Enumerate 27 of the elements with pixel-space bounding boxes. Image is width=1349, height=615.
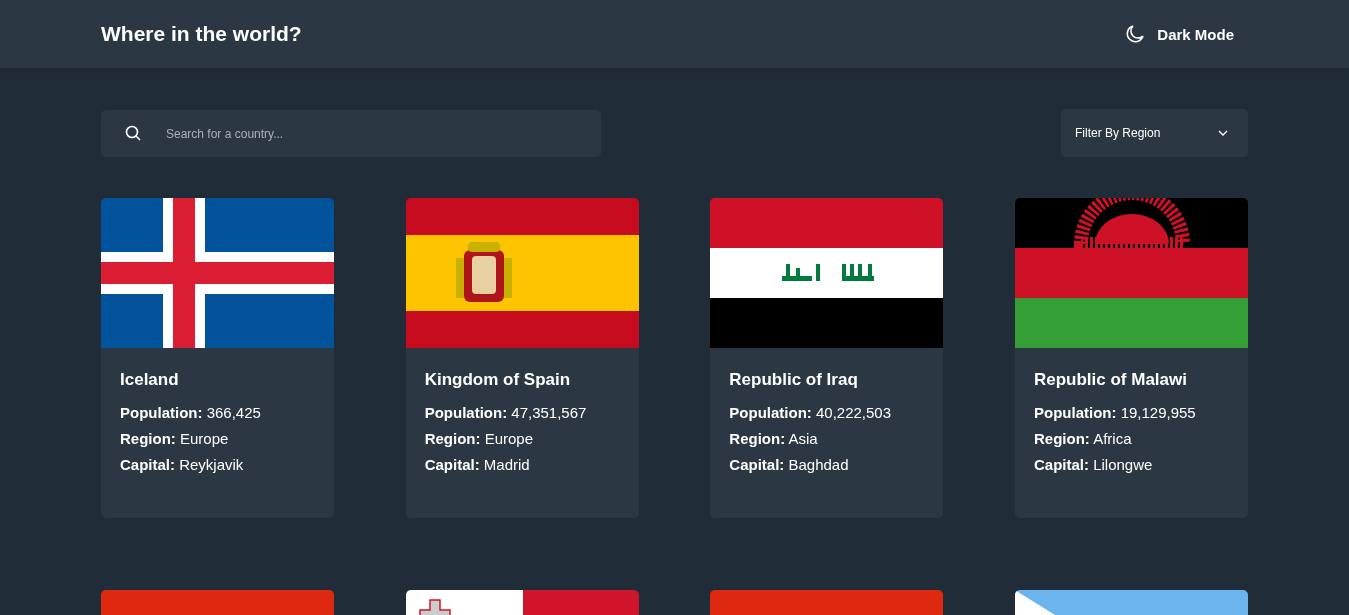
country-card[interactable]: Iceland Population: 366,425 Region: Europe Capital: Reykjavik xyxy=(101,198,334,518)
country-detail: Capital: Lilongwe xyxy=(1033,456,1154,473)
country-name: Kingdom of Spain xyxy=(424,370,572,390)
app-title: Where in the world? xyxy=(101,22,302,46)
country-name: Iceland xyxy=(120,370,180,390)
theme-toggle[interactable]: Dark Mode xyxy=(1125,24,1234,44)
search-icon xyxy=(125,125,141,141)
country-card[interactable]: Republic of Malawi Population: 19,129,955 Region: Africa Capital: Lilongwe xyxy=(1014,198,1248,518)
country-detail: Capital: Madrid xyxy=(424,456,531,473)
country-detail: Capital: Reykjavik xyxy=(120,456,245,473)
country-detail: Population: 47,351,567 xyxy=(424,404,588,421)
region-dropdown[interactable]: Filter By Region xyxy=(1061,109,1248,157)
country-detail: Population: 366,425 xyxy=(120,404,262,421)
moon-icon xyxy=(1125,24,1146,44)
country-name: Republic of Malawi xyxy=(1033,370,1188,390)
country-detail: Region: Africa xyxy=(1033,430,1133,447)
country-detail: Region: Europe xyxy=(120,430,230,447)
search-field[interactable]: Search for a country... xyxy=(101,110,601,157)
country-detail: Population: 40,222,503 xyxy=(729,404,893,421)
country-card[interactable]: Republic of Iraq Population: 40,222,503 Region: Asia Capital: Baghdad xyxy=(710,198,944,518)
country-card[interactable]: Kingdom of Spain Population: 47,351,567 Region: Europe Capital: Madrid xyxy=(405,198,639,518)
country-name: Republic of Iraq xyxy=(729,370,859,390)
country-detail: Region: Europe xyxy=(424,430,535,447)
country-detail: Population: 19,129,955 xyxy=(1033,404,1197,421)
country-detail: Region: Asia xyxy=(729,430,819,447)
country-detail: Capital: Baghdad xyxy=(729,456,850,473)
chevron-down-icon xyxy=(1218,130,1228,136)
